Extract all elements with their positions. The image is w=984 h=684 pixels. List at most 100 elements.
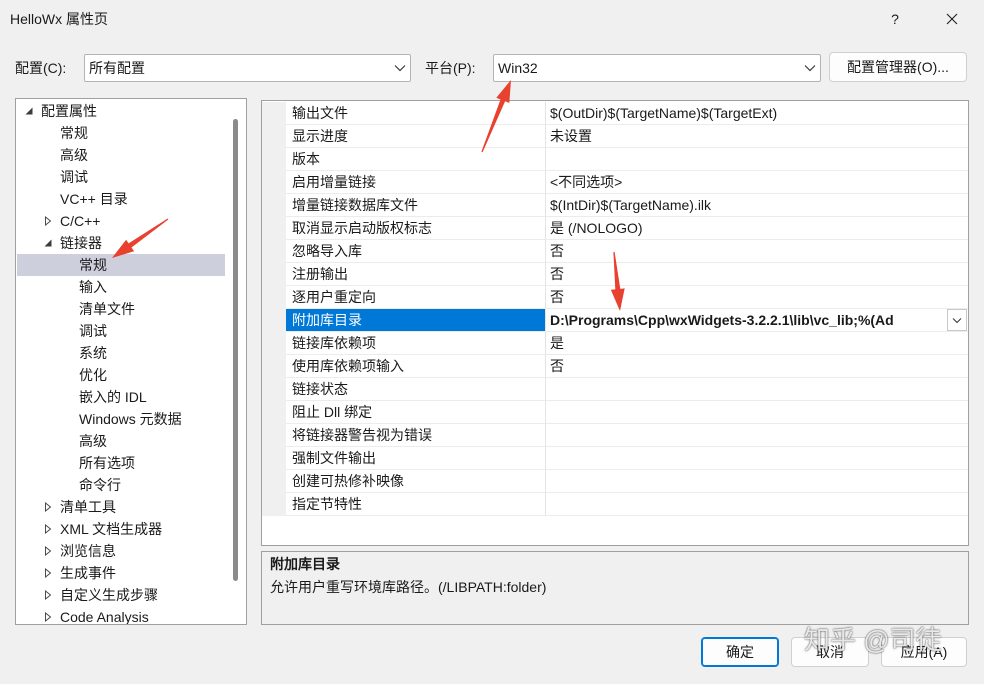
tree-item[interactable]: 自定义生成步骤 xyxy=(17,584,225,606)
property-value[interactable] xyxy=(546,148,968,171)
property-value[interactable] xyxy=(546,424,968,447)
property-name[interactable]: 指定节特性 xyxy=(286,493,546,516)
property-value[interactable] xyxy=(546,401,968,424)
tree-item[interactable]: 优化 xyxy=(17,364,225,386)
tree-scrollbar-thumb[interactable] xyxy=(233,119,238,581)
property-value[interactable]: 是 xyxy=(546,332,968,355)
property-name[interactable]: 链接库依赖项 xyxy=(286,332,546,355)
config-manager-button[interactable]: 配置管理器(O)... xyxy=(829,52,967,82)
property-value[interactable] xyxy=(546,493,968,516)
property-row[interactable]: 版本 xyxy=(262,148,968,171)
collapsed-triangle-icon[interactable] xyxy=(43,612,53,622)
property-row[interactable]: 输出文件 $(OutDir)$(TargetName)$(TargetExt) xyxy=(262,102,968,125)
property-value[interactable]: 是 (/NOLOGO) xyxy=(546,217,968,240)
property-name[interactable]: 阻止 Dll 绑定 xyxy=(286,401,546,424)
property-row[interactable]: 取消显示启动版权标志是 (/NOLOGO) xyxy=(262,217,968,240)
property-name[interactable]: 逐用户重定向 xyxy=(286,286,546,309)
property-name[interactable]: 取消显示启动版权标志 xyxy=(286,217,546,240)
property-name[interactable]: 增量链接数据库文件 xyxy=(286,194,546,217)
tree-item[interactable]: 链接器 xyxy=(17,232,225,254)
help-button[interactable]: ? xyxy=(872,0,918,38)
tree-item[interactable]: 浏览信息 xyxy=(17,540,225,562)
tree-item[interactable]: 命令行 xyxy=(17,474,225,496)
property-row[interactable]: 将链接器警告视为错误 xyxy=(262,424,968,447)
property-name[interactable]: 链接状态 xyxy=(286,378,546,401)
tree-item[interactable]: 清单文件 xyxy=(17,298,225,320)
close-button[interactable] xyxy=(929,0,975,38)
property-tree[interactable]: 配置属性 常规 高级 调试 VC++ 目录 C/C++ 链接器 常规 输入 清单文件 调试 系统 优化嵌… xyxy=(15,98,247,625)
collapsed-triangle-icon[interactable] xyxy=(43,502,53,512)
apply-button[interactable]: 应用(A) xyxy=(881,637,967,667)
tree-item[interactable]: Windows 元数据 xyxy=(17,408,225,430)
property-value[interactable]: D:\Programs\Cpp\wxWidgets-3.2.2.1\lib\vc… xyxy=(546,309,968,332)
property-name[interactable]: 强制文件输出 xyxy=(286,447,546,470)
tree-item[interactable]: 高级 xyxy=(17,430,225,452)
property-name[interactable]: 附加库目录 xyxy=(286,309,546,332)
property-name[interactable]: 版本 xyxy=(286,148,546,171)
collapsed-triangle-icon[interactable] xyxy=(43,524,53,534)
tree-item[interactable]: 清单工具 xyxy=(17,496,225,518)
collapsed-triangle-icon[interactable] xyxy=(43,546,53,556)
property-name[interactable]: 输出文件 xyxy=(286,102,546,125)
ok-button[interactable]: 确定 xyxy=(701,637,779,667)
cancel-button[interactable]: 取消 xyxy=(791,637,869,667)
tree-item[interactable]: 调试 xyxy=(17,320,225,342)
property-name[interactable]: 创建可热修补映像 xyxy=(286,470,546,493)
property-row[interactable]: 使用库依赖项输入否 xyxy=(262,355,968,378)
tree-item[interactable]: 系统 xyxy=(17,342,225,364)
tree-item[interactable]: 调试 xyxy=(17,166,225,188)
property-value[interactable]: $(IntDir)$(TargetName).ilk xyxy=(546,194,968,217)
property-value[interactable]: 否 xyxy=(546,263,968,286)
collapsed-triangle-icon[interactable] xyxy=(43,590,53,600)
property-row-selected[interactable]: 附加库目录 D:\Programs\Cpp\wxWidgets-3.2.2.1\l… xyxy=(262,309,968,332)
property-row[interactable]: 链接状态 xyxy=(262,378,968,401)
tree-item[interactable]: 嵌入的 IDL xyxy=(17,386,225,408)
platform-dropdown[interactable]: Win32 xyxy=(493,54,821,82)
property-value[interactable] xyxy=(546,470,968,493)
tree-item[interactable]: 配置属性 xyxy=(17,100,225,122)
tree-item[interactable]: C/C++ xyxy=(17,210,225,232)
expanded-triangle-icon[interactable] xyxy=(43,238,53,248)
tree-item[interactable]: Code Analysis xyxy=(17,606,225,624)
property-row[interactable]: 阻止 Dll 绑定 xyxy=(262,401,968,424)
tree-item[interactable]: 输入 xyxy=(17,276,225,298)
collapsed-triangle-icon[interactable] xyxy=(43,216,53,226)
property-row[interactable]: 链接库依赖项是 xyxy=(262,332,968,355)
tree-item[interactable]: 高级 xyxy=(17,144,225,166)
property-row[interactable]: 逐用户重定向否 xyxy=(262,286,968,309)
collapsed-triangle-icon[interactable] xyxy=(43,568,53,578)
tree-item-selected[interactable]: 常规 xyxy=(17,254,225,276)
property-value[interactable] xyxy=(546,378,968,401)
property-row[interactable]: 指定节特性 xyxy=(262,493,968,516)
property-value[interactable]: $(OutDir)$(TargetName)$(TargetExt) xyxy=(546,102,968,125)
property-name[interactable]: 显示进度 xyxy=(286,125,546,148)
config-dropdown[interactable]: 所有配置 xyxy=(84,54,411,82)
property-row[interactable]: 创建可热修补映像 xyxy=(262,470,968,493)
property-name[interactable]: 启用增量链接 xyxy=(286,171,546,194)
property-value[interactable]: 否 xyxy=(546,355,968,378)
tree-item[interactable]: VC++ 目录 xyxy=(17,188,225,210)
property-name[interactable]: 注册输出 xyxy=(286,263,546,286)
property-row[interactable]: 注册输出否 xyxy=(262,263,968,286)
property-row[interactable]: 忽略导入库否 xyxy=(262,240,968,263)
property-name[interactable]: 忽略导入库 xyxy=(286,240,546,263)
tree-item[interactable]: 常规 xyxy=(17,122,225,144)
property-value[interactable]: 否 xyxy=(546,240,968,263)
property-name[interactable]: 将链接器警告视为错误 xyxy=(286,424,546,447)
property-grid[interactable]: 输出文件 $(OutDir)$(TargetName)$(TargetExt) 显示… xyxy=(261,100,969,546)
property-value[interactable] xyxy=(546,447,968,470)
property-value-text: 否 xyxy=(550,243,564,259)
property-value[interactable]: <不同选项> xyxy=(546,171,968,194)
property-value[interactable]: 否 xyxy=(546,286,968,309)
property-row[interactable]: 启用增量链接 <不同选项> xyxy=(262,171,968,194)
tree-item[interactable]: XML 文档生成器 xyxy=(17,518,225,540)
tree-item[interactable]: 生成事件 xyxy=(17,562,225,584)
expanded-triangle-icon[interactable] xyxy=(24,106,34,116)
tree-item[interactable]: 所有选项 xyxy=(17,452,225,474)
property-value[interactable]: 未设置 xyxy=(546,125,968,148)
property-row[interactable]: 显示进度 未设置 xyxy=(262,125,968,148)
value-dropdown-button[interactable] xyxy=(947,309,967,331)
property-row[interactable]: 强制文件输出 xyxy=(262,447,968,470)
property-row[interactable]: 增量链接数据库文件 $(IntDir)$(TargetName).ilk xyxy=(262,194,968,217)
property-name[interactable]: 使用库依赖项输入 xyxy=(286,355,546,378)
